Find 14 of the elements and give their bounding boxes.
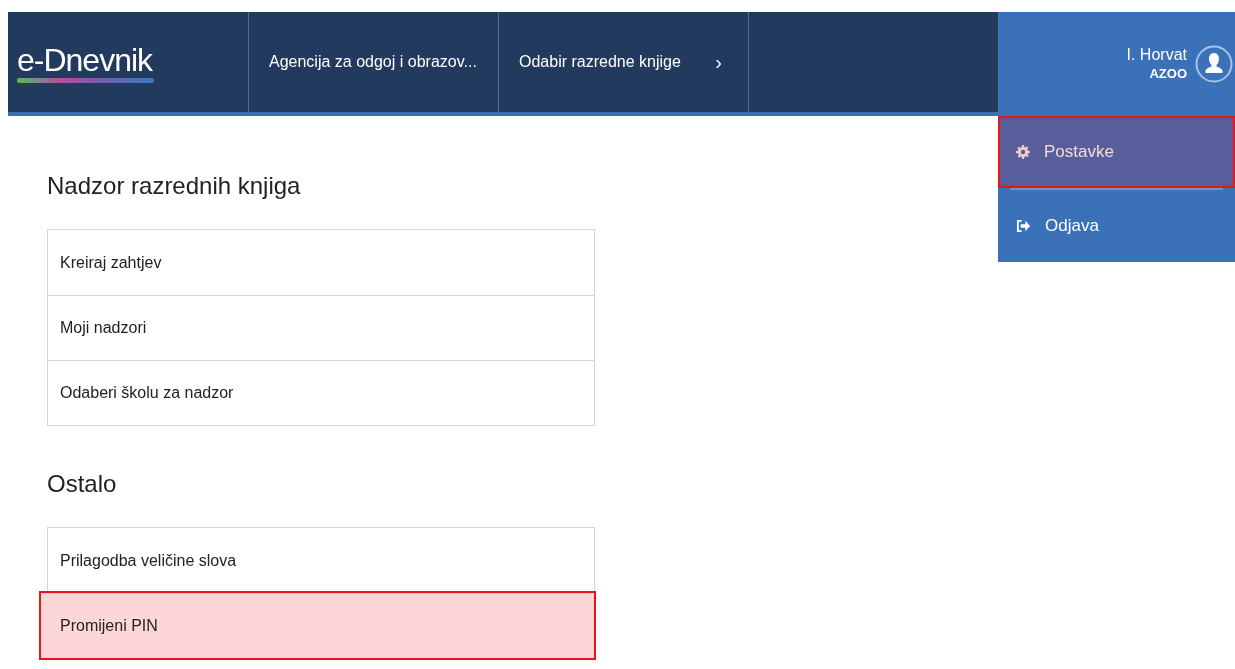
- nav-item[interactable]: Odabir razredne knjige ›: [499, 47, 748, 77]
- section-heading: Nadzor razrednih knjiga: [47, 171, 301, 201]
- avatar-icon: [1195, 45, 1233, 83]
- user-org: AZOO: [1149, 65, 1187, 83]
- user-panel[interactable]: I. Horvat AZOO: [998, 12, 1235, 116]
- chevron-icon: ›: [715, 47, 722, 77]
- user-name: I. Horvat: [1126, 45, 1187, 65]
- gear-icon: [1016, 145, 1030, 159]
- list-item[interactable]: Promijeni PIN: [41, 593, 594, 658]
- logout-icon: [1016, 219, 1031, 233]
- brand-logo[interactable]: e-Dnevnik: [17, 41, 154, 83]
- section-heading: Ostalo: [47, 469, 117, 499]
- nav-item[interactable]: Agencija za odgoj i obrazov...: [249, 50, 498, 74]
- menu-item[interactable]: Postavke: [998, 116, 1235, 188]
